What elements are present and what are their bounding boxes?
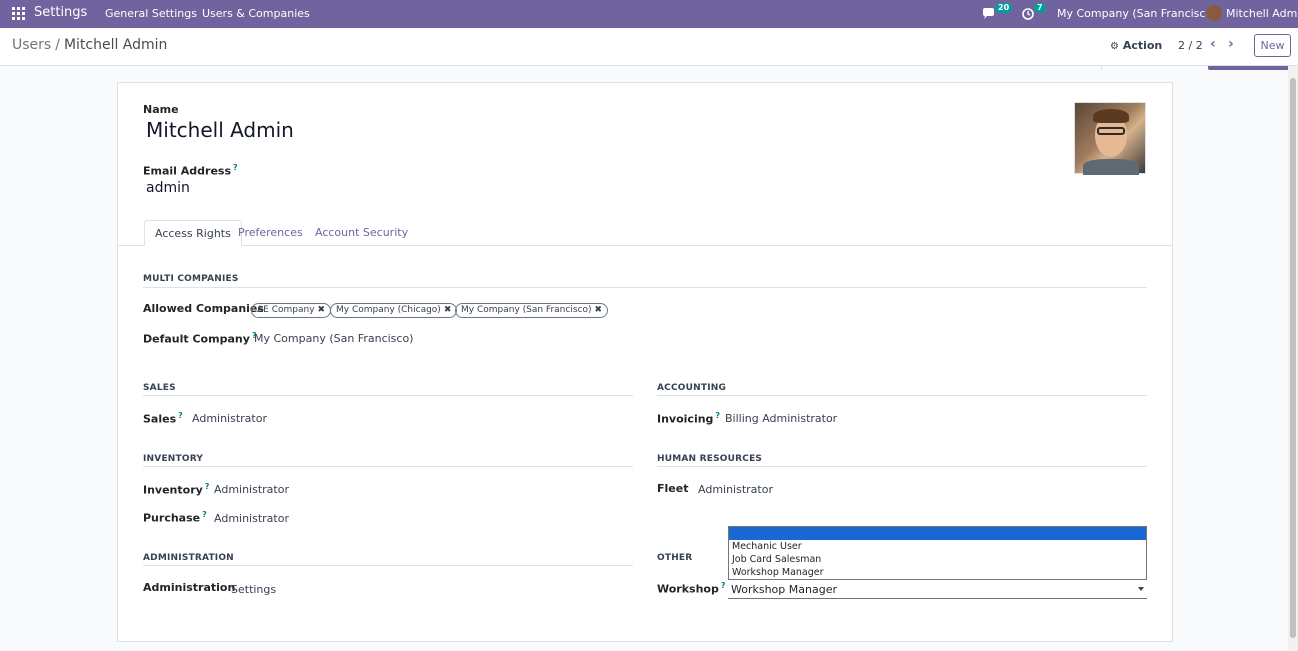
fleet-field[interactable]: Administrator xyxy=(698,483,773,496)
purchase-field[interactable]: Administrator xyxy=(214,512,289,525)
section-divider xyxy=(143,565,633,566)
breadcrumb: Users / Mitchell Admin xyxy=(12,37,168,53)
form-sheet: Name Mitchell Admin Email Address? admin… xyxy=(117,82,1173,642)
workshop-select[interactable]: Workshop Manager xyxy=(728,581,1147,599)
action-button[interactable]: ⚙ Action xyxy=(1110,39,1162,52)
dropdown-option-workshop-manager[interactable]: Workshop Manager xyxy=(729,566,1146,579)
purchase-label: Purchase? xyxy=(143,510,207,525)
workshop-selected-value: Workshop Manager xyxy=(731,583,837,596)
breadcrumb-current: Mitchell Admin xyxy=(63,37,168,53)
clock-icon xyxy=(1022,8,1034,20)
top-navbar: Settings General Settings Users & Compan… xyxy=(0,0,1298,28)
activities-button[interactable]: 7 xyxy=(1022,3,1046,22)
default-company-field[interactable]: My Company (San Francisco) xyxy=(254,332,413,345)
caret-down-icon xyxy=(1138,587,1144,591)
section-divider xyxy=(657,466,1147,467)
fleet-label: Fleet xyxy=(657,482,689,495)
app-name[interactable]: Settings xyxy=(34,5,87,20)
section-multi-companies: MULTI COMPANIES xyxy=(143,274,239,284)
menu-users-companies[interactable]: Users & Companies xyxy=(202,7,310,20)
dropdown-option-job-card-salesman[interactable]: Job Card Salesman xyxy=(729,553,1146,566)
purchase-help-icon[interactable]: ? xyxy=(202,510,207,519)
menu-general-settings[interactable]: General Settings xyxy=(105,7,197,20)
allowed-companies-label: Allowed Companies xyxy=(143,302,264,315)
user-photo[interactable] xyxy=(1074,102,1146,175)
administration-label: Administration xyxy=(143,581,236,594)
invoicing-label: Invoicing? xyxy=(657,411,721,426)
user-name: Mitchell Admin xyxy=(1226,7,1298,20)
pager-value[interactable]: 2 / 2 xyxy=(1178,39,1203,52)
company-tag[interactable]: My Company (Chicago) ✖ xyxy=(330,303,458,318)
sales-label: Sales? xyxy=(143,411,183,426)
remove-tag-icon[interactable]: ✖ xyxy=(318,305,326,315)
email-field[interactable]: admin xyxy=(146,180,190,196)
messages-count-badge: 20 xyxy=(995,3,1013,13)
activities-count-badge: 7 xyxy=(1034,3,1046,13)
workshop-dropdown-list: Mechanic User Job Card Salesman Workshop… xyxy=(728,526,1147,580)
dropdown-option-empty[interactable] xyxy=(729,527,1146,540)
control-panel: Users / Mitchell Admin ⚙ Action 2 / 2 ‹ › … xyxy=(0,28,1298,66)
user-avatar xyxy=(1206,5,1222,21)
dropdown-option-mechanic-user[interactable]: Mechanic User xyxy=(729,540,1146,553)
messages-button[interactable]: 20 xyxy=(982,3,1013,22)
administration-field[interactable]: Settings xyxy=(231,583,276,596)
pager-next-icon[interactable]: › xyxy=(1228,36,1234,52)
breadcrumb-users-link[interactable]: Users xyxy=(12,37,51,53)
sales-field[interactable]: Administrator xyxy=(192,412,267,425)
section-sales: SALES xyxy=(143,383,176,393)
section-accounting: ACCOUNTING xyxy=(657,383,727,393)
tab-account-security[interactable]: Account Security xyxy=(305,220,418,246)
section-other: OTHER xyxy=(657,553,693,563)
company-switcher[interactable]: My Company (San Francisco) xyxy=(1057,7,1216,20)
section-divider xyxy=(143,287,1147,288)
tab-preferences[interactable]: Preferences xyxy=(228,220,313,246)
section-divider xyxy=(143,466,633,467)
inventory-field[interactable]: Administrator xyxy=(214,483,289,496)
email-label: Email Address? xyxy=(143,163,238,178)
workshop-label: Workshop? xyxy=(657,581,726,596)
action-label: Action xyxy=(1122,39,1163,52)
remove-tag-icon[interactable]: ✖ xyxy=(594,305,602,315)
section-divider xyxy=(657,395,1147,396)
inventory-help-icon[interactable]: ? xyxy=(205,482,210,491)
email-help-icon[interactable]: ? xyxy=(233,163,238,172)
sales-help-icon[interactable]: ? xyxy=(178,411,183,420)
app-grid-icon[interactable] xyxy=(12,7,25,20)
invoicing-field[interactable]: Billing Administrator xyxy=(725,412,837,425)
default-company-label: Default Company? xyxy=(143,331,257,346)
name-label: Name xyxy=(143,103,179,116)
section-divider xyxy=(143,395,633,396)
chatter-toggle[interactable] xyxy=(1208,66,1290,70)
invoicing-help-icon[interactable]: ? xyxy=(715,411,720,420)
company-tag[interactable]: AE Company ✖ xyxy=(251,303,332,318)
workshop-help-icon[interactable]: ? xyxy=(721,581,726,590)
section-administration: ADMINISTRATION xyxy=(143,553,234,563)
new-button[interactable]: New xyxy=(1254,34,1291,57)
scrollbar-thumb[interactable] xyxy=(1290,78,1296,638)
notebook-tabs: Access Rights Preferences Account Securi… xyxy=(118,220,1172,246)
remove-tag-icon[interactable]: ✖ xyxy=(444,305,452,315)
pager-prev-icon[interactable]: ‹ xyxy=(1210,36,1216,52)
section-human-resources: HUMAN RESOURCES xyxy=(657,454,763,464)
name-field[interactable]: Mitchell Admin xyxy=(146,118,294,142)
inventory-label: Inventory? xyxy=(143,482,210,497)
section-inventory: INVENTORY xyxy=(143,454,204,464)
company-tag[interactable]: My Company (San Francisco) ✖ xyxy=(455,303,609,318)
user-menu[interactable]: Mitchell Admin xyxy=(1206,5,1298,23)
chat-icon xyxy=(983,8,994,19)
gear-icon: ⚙ xyxy=(1110,41,1119,52)
